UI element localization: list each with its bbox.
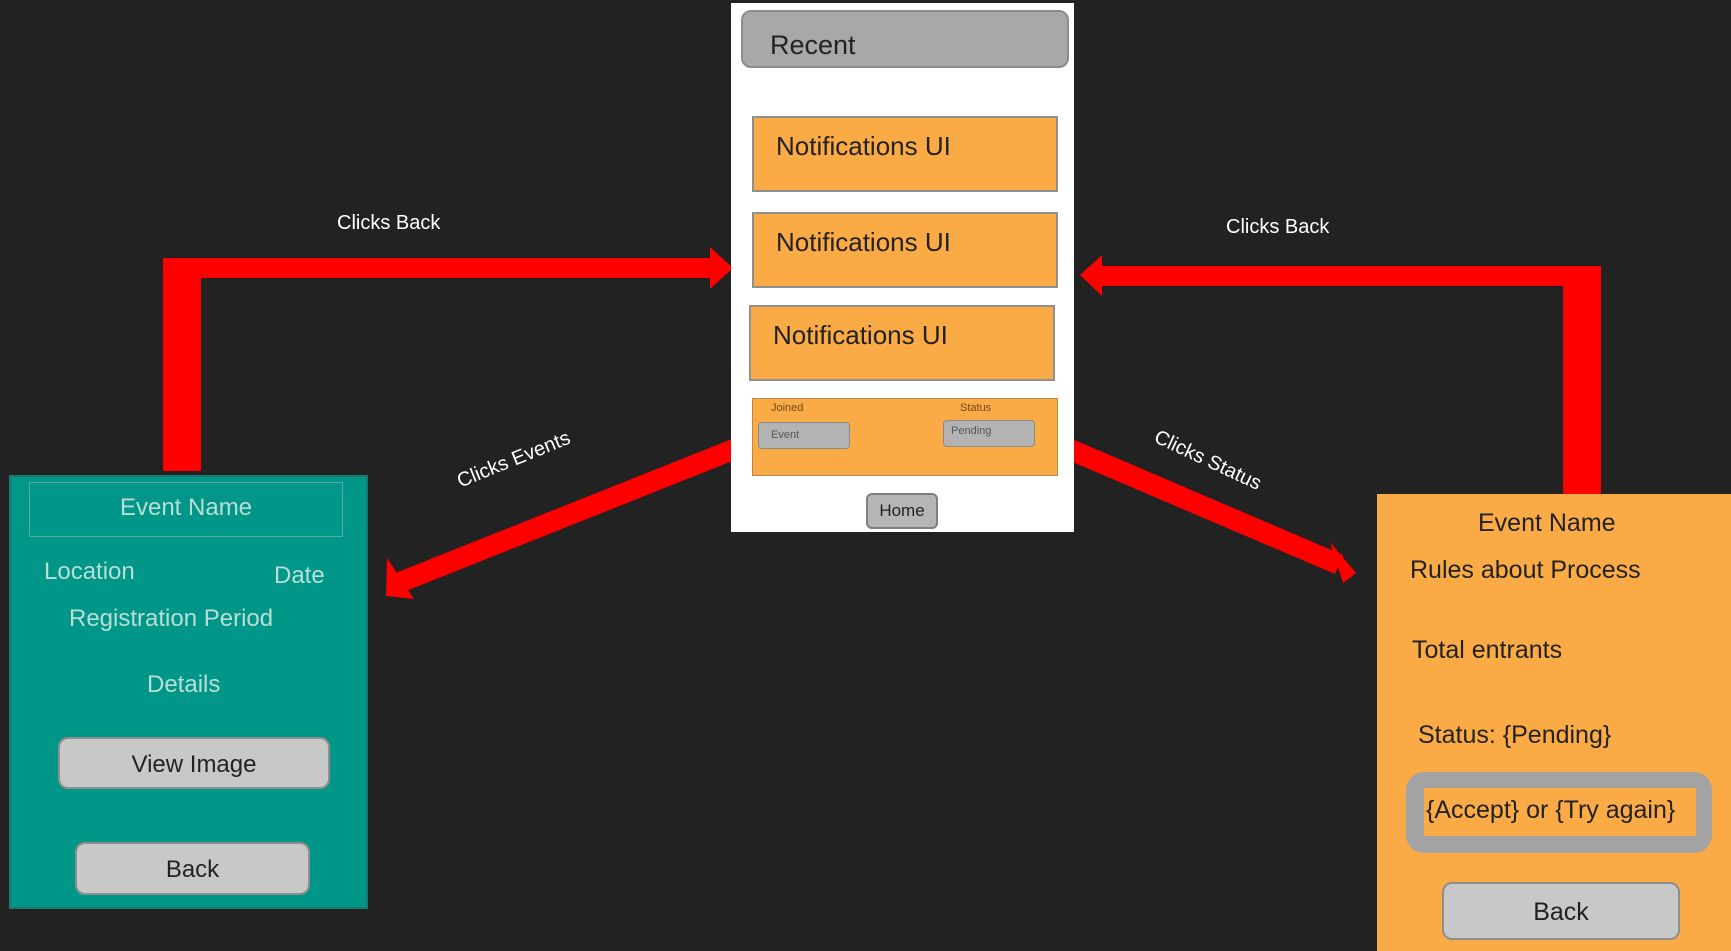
left-back-arrow-horizontal	[163, 258, 715, 278]
details-label: Details	[147, 671, 221, 698]
right-back-label: Clicks Back	[1226, 216, 1330, 238]
view-image-button[interactable]: View Image	[58, 737, 330, 789]
accept-or-try-again[interactable]: {Accept} or {Try again}	[1424, 788, 1696, 836]
event-button[interactable]: Event	[758, 422, 850, 449]
status-column-label: Status	[960, 402, 992, 414]
location-label: Location	[44, 558, 135, 585]
event-name-heading-right: Event Name	[1478, 509, 1616, 537]
total-entrants-label: Total entrants	[1412, 636, 1563, 664]
left-back-arrowhead	[710, 247, 733, 289]
pending-status-button[interactable]: Pending	[943, 420, 1035, 447]
right-back-button[interactable]: Back	[1442, 882, 1680, 940]
right-back-arrowhead	[1080, 255, 1102, 296]
rules-label: Rules about Process	[1410, 556, 1641, 584]
date-label: Date	[274, 562, 325, 589]
right-back-arrow-horizontal	[1100, 266, 1601, 286]
event-name-heading: Event Name	[29, 482, 343, 537]
notification-item[interactable]: Notifications UI	[752, 116, 1058, 192]
status-text: Status: {Pending}	[1418, 721, 1612, 749]
registration-period-label: Registration Period	[69, 605, 274, 632]
notification-item[interactable]: Notifications UI	[752, 212, 1058, 288]
notification-item[interactable]: Notifications UI	[749, 305, 1055, 381]
events-arrow-shaft	[393, 431, 760, 593]
home-button[interactable]: Home	[866, 493, 938, 529]
joined-label: Joined	[771, 402, 804, 414]
left-back-label: Clicks Back	[337, 212, 441, 234]
left-back-button[interactable]: Back	[75, 842, 310, 895]
right-back-arrow-vertical	[1563, 286, 1601, 494]
recent-header[interactable]: Recent	[741, 10, 1069, 68]
left-back-arrow-vertical	[163, 258, 201, 471]
